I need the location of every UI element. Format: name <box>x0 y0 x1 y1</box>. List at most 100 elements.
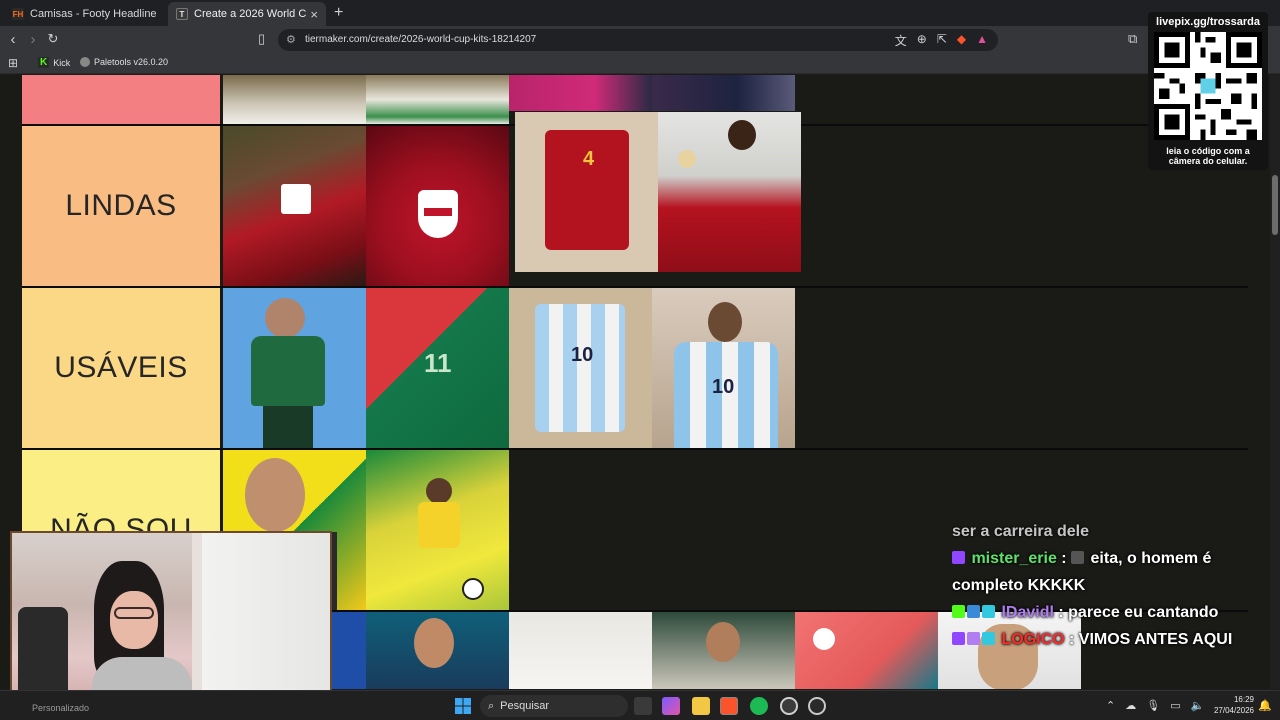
clock-date: 27/04/2026 <box>1213 706 1254 715</box>
scroll-thumb[interactable] <box>1272 175 1278 235</box>
clock[interactable]: 16:29 27/04/2026 <box>1198 694 1254 716</box>
url-field[interactable]: ⚙ tiermaker.com/create/2026-world-cup-ki… <box>278 29 998 51</box>
chat-username: mister_erie <box>971 550 1057 567</box>
badge-icon <box>967 605 980 618</box>
bookmark-kick[interactable]: K Kick <box>38 57 70 68</box>
tier-label: USÁVEIS <box>22 288 220 448</box>
chat-separator: : <box>1053 604 1069 621</box>
onedrive-icon[interactable]: ☁ <box>1125 699 1136 712</box>
kit-image-tile[interactable] <box>366 450 509 610</box>
kit-image-tile[interactable] <box>795 612 938 689</box>
spotify-icon[interactable] <box>750 697 768 715</box>
kit-image-tile[interactable] <box>366 126 509 286</box>
qr-caption-line: câmera do celular. <box>1168 156 1248 166</box>
kick-icon: K <box>38 57 50 68</box>
search-placeholder: Pesquisar <box>500 700 550 712</box>
qr-code-icon <box>1154 32 1262 140</box>
chat-message: completo KKKKK <box>952 572 1270 599</box>
chat-text: completo KKKKK <box>952 577 1086 594</box>
badge-icon <box>967 632 980 645</box>
chat-message: lDavidl : parece eu cantando <box>952 599 1270 626</box>
kit-image-tile[interactable]: 10 <box>509 288 652 448</box>
kit-image-tile[interactable] <box>223 288 366 448</box>
translate-icon[interactable]: 文 <box>895 32 907 49</box>
kit-image-tile[interactable]: 10 <box>652 288 795 448</box>
page-scrollbar[interactable] <box>1270 75 1280 689</box>
monitor-icon[interactable]: ▭ <box>1170 699 1180 712</box>
kit-image-tile[interactable]: 4 <box>515 112 658 272</box>
taskbar-search[interactable]: ⌕ Pesquisar <box>480 695 628 717</box>
copilot-icon[interactable] <box>662 697 680 715</box>
twitch-icon <box>952 632 965 645</box>
tab-tiermaker[interactable]: T Create a 2026 World Cup Kits Tier × <box>168 2 326 26</box>
plus-icon[interactable]: + <box>334 4 343 22</box>
share-icon[interactable]: ⇱ <box>937 32 947 49</box>
windows-taskbar: Personalizado ⌕ Pesquisar ⌃ ☁ 🎙 ▭ 🔈 16:2… <box>0 690 1280 720</box>
chat-text: VIMOS ANTES AQUI <box>1078 631 1233 648</box>
bookmark-label: Kick <box>53 57 71 68</box>
extensions-icon[interactable]: ⧉ <box>1128 31 1137 47</box>
streamer-avatar <box>74 561 224 707</box>
kit-image-tile[interactable] <box>366 75 509 124</box>
qr-caption: leia o código com a câmera do celular. <box>1148 146 1268 166</box>
tier-label: LINDAS <box>22 126 220 286</box>
chat-message: LOGICO : VIMOS ANTES AQUI <box>952 626 1270 653</box>
zoom-icon[interactable]: ⊕ <box>917 32 927 49</box>
chat-message: ser a carreira dele <box>952 518 1270 545</box>
kit-image-tile[interactable] <box>223 126 366 286</box>
webcam-caption: Personalizado <box>32 703 90 713</box>
bookmark-label: Paletools v26.0.20 <box>94 57 169 67</box>
kit-image-tile[interactable] <box>658 112 801 272</box>
clock-time: 16:29 <box>1233 695 1254 704</box>
address-bar: ‹ › ↻ ▯ ⚙ tiermaker.com/create/2026-worl… <box>0 26 1280 54</box>
stream-chat-overlay: ser a carreira dele mister_erie : eita, … <box>952 518 1270 653</box>
emote-icon <box>1071 551 1085 564</box>
microphone-icon[interactable]: 🎙 <box>1146 699 1160 712</box>
brave-rewards-icon[interactable]: ▲ <box>976 32 988 49</box>
reload-icon[interactable]: ↻ <box>44 31 62 47</box>
chevron-up-icon[interactable]: ⌃ <box>1106 699 1115 712</box>
tab-title: Create a 2026 World Cup Kits Tier <box>194 8 307 20</box>
qr-caption-line: leia o código com a <box>1166 146 1250 156</box>
windows-start-icon[interactable] <box>454 697 472 715</box>
kit-image-tile[interactable] <box>652 612 795 689</box>
tier-row-usaveis: USÁVEIS 11 10 10 <box>22 288 1248 450</box>
chat-text: parece eu cantando <box>1068 604 1219 621</box>
notifications-icon[interactable]: 🔔 <box>1258 699 1272 712</box>
obs-icon[interactable] <box>808 697 826 715</box>
close-icon[interactable]: × <box>310 7 318 22</box>
apps-grid-icon[interactable]: ⊞ <box>8 56 18 70</box>
kit-image-tile[interactable] <box>223 75 366 124</box>
chat-separator: : <box>1064 631 1079 648</box>
brave-shield-icon[interactable]: ◆ <box>957 32 966 49</box>
kit-image-tile[interactable] <box>509 75 652 111</box>
tab-title: Camisas - Footy Headlines PT <box>30 8 156 20</box>
task-view-icon[interactable] <box>634 697 652 715</box>
file-explorer-icon[interactable] <box>692 697 710 715</box>
site-info-icon[interactable]: ⚙ <box>286 33 296 46</box>
xbox-icon[interactable] <box>780 697 798 715</box>
badge-icon <box>982 605 995 618</box>
tab-bar: FH Camisas - Footy Headlines PT T Create… <box>0 0 1280 26</box>
bookmark-paletools[interactable]: Paletools v26.0.20 <box>80 57 168 67</box>
brave-browser-icon[interactable] <box>720 697 738 715</box>
twitch-icon <box>952 551 965 564</box>
kit-image-tile[interactable]: 11 <box>366 288 509 448</box>
url-text: tiermaker.com/create/2026-world-cup-kits… <box>305 34 537 45</box>
kit-image-tile[interactable] <box>366 612 509 689</box>
chat-username: LOGICO <box>1001 631 1065 648</box>
tier-row-lindas: LINDAS 4 <box>22 112 1248 288</box>
webcam-overlay <box>10 531 332 709</box>
livepix-qr-overlay: livepix.gg/trossarda leia o código com a… <box>1148 12 1268 170</box>
footy-headlines-favicon: FH <box>12 8 24 20</box>
tab-footy-headlines[interactable]: FH Camisas - Footy Headlines PT <box>4 2 164 26</box>
system-tray: ⌃ ☁ 🎙 ▭ 🔈 <box>1106 699 1204 712</box>
chat-text: ser a carreira dele <box>952 523 1089 540</box>
kit-image-tile[interactable] <box>509 612 652 689</box>
bookmark-icon[interactable]: ▯ <box>258 31 265 47</box>
back-arrow-icon[interactable]: ‹ <box>4 31 22 48</box>
kit-image-tile[interactable] <box>652 75 795 111</box>
forward-arrow-icon[interactable]: › <box>24 31 42 48</box>
paletools-icon <box>80 57 90 67</box>
tier-label <box>22 75 220 124</box>
